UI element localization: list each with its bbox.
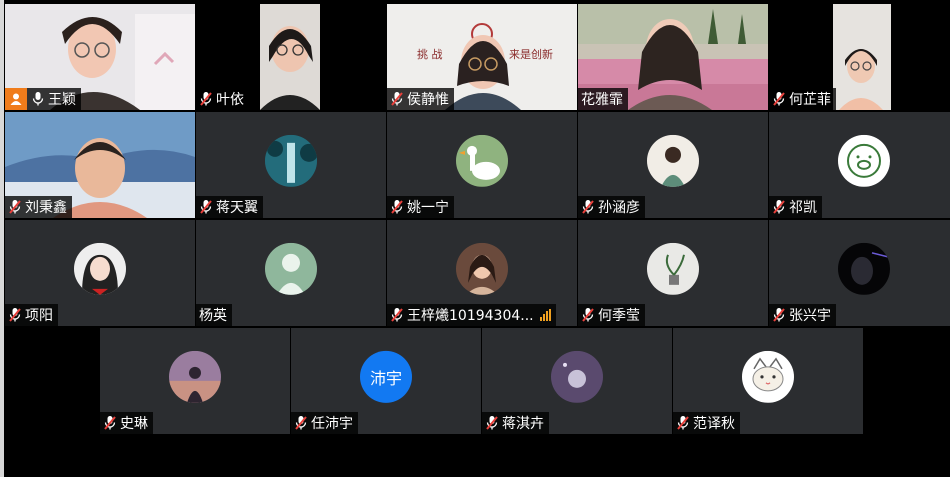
participant-2-tile[interactable]: 叶依: [196, 4, 386, 110]
name-tag: 任沛宇: [291, 412, 358, 434]
participant-name: 叶依: [216, 92, 244, 108]
window-edge: [0, 0, 4, 477]
mic-muted-icon[interactable]: [199, 91, 213, 107]
participant-name: 祁凯: [789, 200, 817, 216]
participant-6-tile[interactable]: 刘秉鑫: [5, 112, 195, 218]
mic-muted-icon[interactable]: [390, 91, 404, 107]
sunset-girl-avatar: [169, 350, 221, 403]
participant-9-tile[interactable]: 孙涵彦: [578, 112, 768, 218]
participant-10-tile[interactable]: 祁凯: [769, 112, 950, 218]
mic-muted-icon[interactable]: [294, 415, 308, 431]
name-tag: 何芷菲: [769, 88, 836, 110]
svg-text:挑 战: 挑 战: [417, 47, 443, 61]
svg-text:来是创新: 来是创新: [509, 47, 553, 61]
participant-name: 花雅霏: [581, 92, 623, 108]
name-tag: 花雅霏: [578, 88, 628, 110]
mic-muted-icon[interactable]: [8, 307, 22, 323]
silhouette-avatar: [265, 242, 317, 295]
participant-name: 张兴宇: [789, 308, 831, 324]
name-tag: 叶依: [196, 88, 249, 110]
name-tag: 侯静惟: [387, 88, 454, 110]
audio-level-icon: [539, 309, 551, 321]
purple-night-avatar: [551, 350, 603, 403]
participant-name: 任沛宇: [311, 416, 353, 432]
name-tag: 范译秋: [673, 412, 740, 434]
participant-3-tile[interactable]: 挑 战 来是创新 侯静惟: [387, 4, 577, 110]
participant-name: 姚一宁: [407, 200, 449, 216]
participant-4-tile[interactable]: 花雅霏: [578, 4, 768, 110]
mic-muted-icon[interactable]: [772, 91, 786, 107]
participant-5-tile[interactable]: 何芷菲: [769, 4, 950, 110]
mic-muted-icon[interactable]: [772, 199, 786, 215]
participant-7-tile[interactable]: 蒋天翼: [196, 112, 386, 218]
participant-11-tile[interactable]: 项阳: [5, 220, 195, 326]
mic-muted-icon[interactable]: [103, 415, 117, 431]
participant-17-tile[interactable]: 沛宇 任沛宇: [291, 328, 481, 434]
participant-name: 何芷菲: [789, 92, 831, 108]
participant-name: 蒋天翼: [216, 200, 258, 216]
participant-name: 孙涵彦: [598, 200, 640, 216]
goose-avatar: [456, 134, 508, 187]
name-tag: 张兴宇: [769, 304, 836, 326]
participant-16-tile[interactable]: 史琳: [100, 328, 290, 434]
participant-15-tile[interactable]: 张兴宇: [769, 220, 950, 326]
meeting-gallery: 王颖 叶依 挑 战 来是创新 侯静惟 花雅霏 何芷菲 刘秉鑫 蒋天翼 姚一宁 孙…: [0, 0, 950, 477]
forest-waterfall-avatar: [265, 134, 317, 187]
participant-14-tile[interactable]: 何季莹: [578, 220, 768, 326]
mic-muted-icon[interactable]: [390, 307, 404, 323]
name-tag: 史琳: [100, 412, 153, 434]
name-tag: 姚一宁: [387, 196, 454, 218]
participant-19-tile[interactable]: 范译秋: [673, 328, 863, 434]
name-tag: 蒋天翼: [196, 196, 263, 218]
dark-face-avatar: [838, 242, 890, 295]
name-tag: 王梓爔10194304...: [387, 304, 556, 326]
participant-name: 何季莹: [598, 308, 640, 324]
girl-back-avatar: [647, 134, 699, 187]
anime-girl-avatar: [74, 242, 126, 295]
mic-icon[interactable]: [31, 91, 45, 107]
woman-photo-avatar: [456, 242, 508, 295]
mic-muted-icon[interactable]: [581, 199, 595, 215]
participant-name: 王颖: [48, 92, 76, 108]
participant-13-tile[interactable]: 王梓爔10194304...: [387, 220, 577, 326]
participant-name: 王梓爔10194304...: [407, 308, 534, 324]
pig-sketch-avatar: [838, 134, 890, 187]
participant-name: 侯静惟: [407, 92, 449, 108]
participant-name: 刘秉鑫: [25, 200, 67, 216]
name-tag: 孙涵彦: [578, 196, 645, 218]
initials-avatar: 沛宇: [360, 350, 412, 403]
mic-muted-icon[interactable]: [676, 415, 690, 431]
participant-name: 项阳: [25, 308, 53, 324]
name-tag: 何季莹: [578, 304, 645, 326]
participant-12-tile[interactable]: 杨英: [196, 220, 386, 326]
mic-muted-icon[interactable]: [8, 199, 22, 215]
name-tag: 祁凯: [769, 196, 822, 218]
name-tag: 刘秉鑫: [5, 196, 72, 218]
participant-18-tile[interactable]: 蒋淇卉: [482, 328, 672, 434]
participant-1-tile[interactable]: 王颖: [5, 4, 195, 110]
mic-muted-icon[interactable]: [581, 307, 595, 323]
name-tag: 蒋淇卉: [482, 412, 549, 434]
cartoon-cat-avatar: [742, 350, 794, 403]
participant-name: 蒋淇卉: [502, 416, 544, 432]
participant-name: 史琳: [120, 416, 148, 432]
mic-muted-icon[interactable]: [390, 199, 404, 215]
name-tag: 杨英: [196, 304, 232, 326]
plant-avatar: [647, 242, 699, 295]
participant-name: 杨英: [199, 308, 227, 324]
mic-muted-icon[interactable]: [199, 199, 213, 215]
mic-muted-icon[interactable]: [772, 307, 786, 323]
host-user-icon: [5, 88, 27, 110]
mic-muted-icon[interactable]: [485, 415, 499, 431]
participant-name: 范译秋: [693, 416, 735, 432]
name-tag: 王颖: [5, 88, 81, 110]
name-tag: 项阳: [5, 304, 58, 326]
participant-8-tile[interactable]: 姚一宁: [387, 112, 577, 218]
